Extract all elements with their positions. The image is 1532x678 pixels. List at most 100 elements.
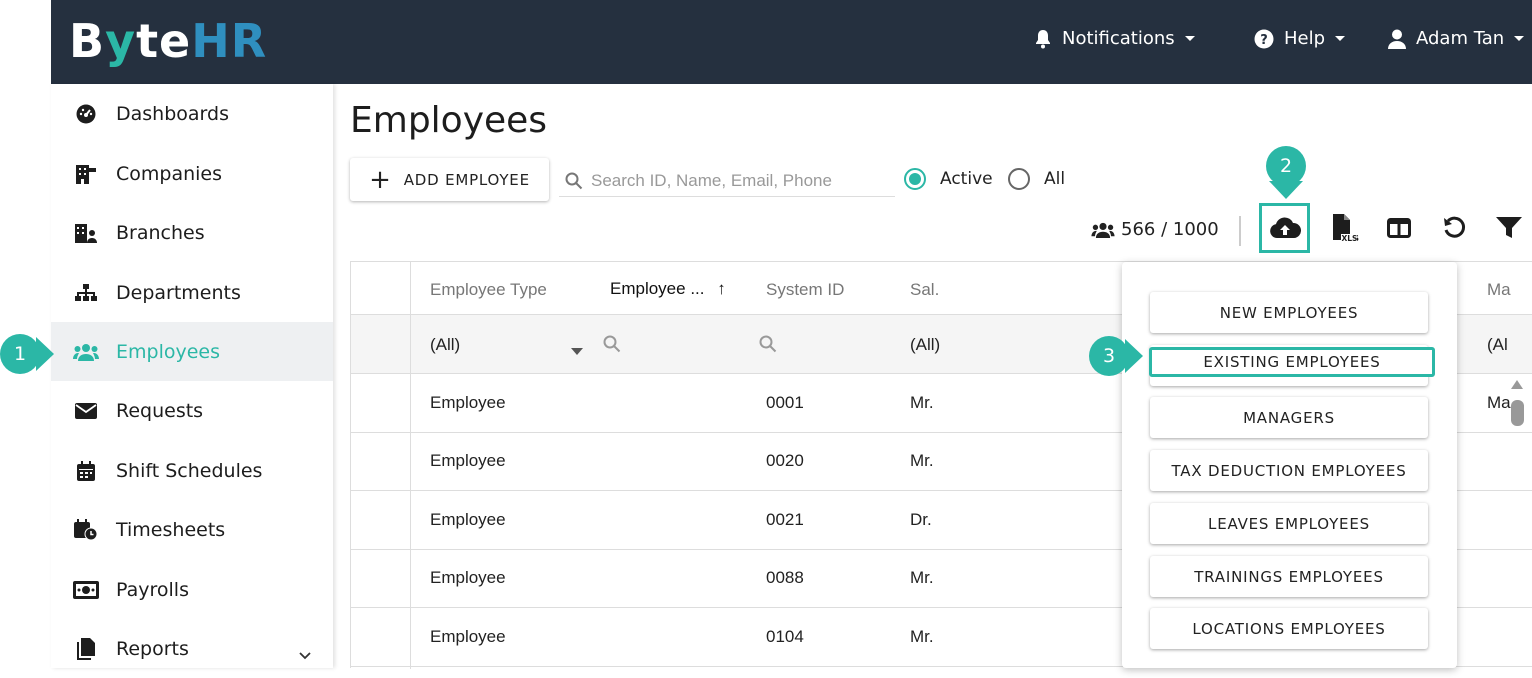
sidebar-item-timesheets[interactable]: Timesheets <box>51 500 333 559</box>
caret-down-icon <box>1184 36 1195 41</box>
sidebar-item-dashboards[interactable]: Dashboards <box>51 84 333 143</box>
column-header-system-id[interactable]: System ID <box>766 280 844 300</box>
help-label: Help <box>1284 28 1326 49</box>
chevron-down-icon <box>299 643 311 665</box>
manager-filter[interactable]: (Al <box>1487 335 1508 355</box>
page-title: Employees <box>350 100 548 141</box>
salutation-filter[interactable]: (All) <box>910 335 940 355</box>
money-icon <box>51 580 116 599</box>
employee-count-text: 566 / 1000 <box>1121 219 1219 240</box>
filter-all-label: All <box>1044 169 1066 189</box>
sitemap-icon <box>51 283 116 302</box>
sidebar-item-branches[interactable]: Branches <box>51 203 333 262</box>
import-trainings-employees-button[interactable]: TRAININGS EMPLOYEES <box>1150 556 1428 597</box>
user-name: Adam Tan <box>1416 28 1505 49</box>
search-input[interactable] <box>591 171 891 191</box>
search-icon[interactable] <box>603 335 621 357</box>
columns-icon <box>1387 218 1411 238</box>
user-menu[interactable]: Adam Tan <box>1388 28 1525 49</box>
import-new-employees-button[interactable]: NEW EMPLOYEES <box>1150 292 1428 333</box>
bell-icon <box>1034 29 1052 49</box>
dashboard-icon <box>51 104 116 124</box>
user-icon <box>1388 29 1406 49</box>
undo-icon <box>1442 216 1466 240</box>
sidebar-item-companies[interactable]: Companies <box>51 144 333 203</box>
employee-count: 566 / 1000 <box>1091 219 1219 240</box>
sort-ascending-icon: ↑ <box>717 279 726 298</box>
import-leaves-employees-button[interactable]: LEAVES EMPLOYEES <box>1150 503 1428 544</box>
import-existing-employees-button[interactable]: EXISTING EMPLOYEES <box>1149 347 1435 377</box>
funnel-icon <box>1496 217 1522 239</box>
filter-all-radio[interactable]: All <box>1008 168 1065 190</box>
employee-type-filter[interactable]: (All) <box>430 335 460 355</box>
radio-selected-icon <box>904 168 926 190</box>
sidebar-item-label: Employees <box>116 340 220 363</box>
calendar-clock-icon <box>51 518 116 541</box>
import-locations-employees-button[interactable]: LOCATIONS EMPLOYEES <box>1150 608 1428 649</box>
sidebar-item-label: Payrolls <box>116 578 189 601</box>
search-icon <box>565 172 583 190</box>
help-menu[interactable]: ? Help <box>1254 28 1346 49</box>
users-icon <box>1091 222 1115 238</box>
filter-button[interactable] <box>1494 212 1524 244</box>
sidebar-item-reports[interactable]: Reports <box>51 619 333 678</box>
column-header-manager[interactable]: Ma <box>1487 280 1511 300</box>
filter-active-radio[interactable]: Active <box>904 168 993 190</box>
sidebar-item-label: Reports <box>116 637 189 660</box>
filter-active-label: Active <box>940 169 993 189</box>
column-header-salutation[interactable]: Sal. <box>910 280 939 300</box>
notifications-menu[interactable]: Notifications <box>1034 28 1195 49</box>
bytehr-logo[interactable]: By te HR <box>69 14 267 68</box>
plus-icon: + <box>369 164 392 195</box>
search-icon[interactable] <box>759 335 777 357</box>
reset-button[interactable] <box>1439 212 1469 244</box>
users-icon <box>51 343 116 361</box>
sidebar-item-label: Timesheets <box>116 518 226 541</box>
row-selector-column <box>351 262 411 669</box>
callout-badge-3: 3 <box>1089 336 1129 376</box>
branch-icon <box>51 223 116 243</box>
sidebar-item-payrolls[interactable]: Payrolls <box>51 560 333 619</box>
xls-file-icon: XLSXLS <box>1331 214 1359 242</box>
column-header-employee-name[interactable]: Employee ... ↑ <box>610 279 726 299</box>
sidebar-item-requests[interactable]: Requests <box>51 381 333 440</box>
sidebar-item-label: Companies <box>116 162 223 185</box>
sidebar-item-employees[interactable]: Employees <box>51 322 333 381</box>
radio-unselected-icon <box>1008 168 1030 190</box>
callout-badge-1: 1 <box>0 334 40 374</box>
callout-pointer <box>1269 181 1303 199</box>
envelope-icon <box>51 402 116 419</box>
search-box <box>559 166 895 197</box>
import-button[interactable] <box>1259 203 1310 253</box>
sidebar-item-label: Requests <box>116 399 204 422</box>
sidebar-item-label: Departments <box>116 281 241 304</box>
column-header-employee-type[interactable]: Employee Type <box>430 280 547 300</box>
sidebar-item-shift-schedules[interactable]: Shift Schedules <box>51 441 333 500</box>
cloud-upload-icon <box>1269 217 1301 239</box>
sidebar-item-label: Branches <box>116 221 205 244</box>
sidebar-item-departments[interactable]: Departments <box>51 263 333 322</box>
vertical-scrollbar[interactable] <box>1511 400 1524 426</box>
sidebar-item-label: Shift Schedules <box>116 459 263 482</box>
import-managers-button[interactable]: MANAGERS <box>1150 397 1428 438</box>
building-icon <box>51 164 116 184</box>
top-navbar: By te HR Notifications ? Help Adam Tan <box>51 0 1532 84</box>
add-employee-button[interactable]: + ADD EMPLOYEE <box>350 158 549 201</box>
question-circle-icon: ? <box>1254 29 1274 49</box>
import-tax-deduction-employees-button[interactable]: TAX DEDUCTION EMPLOYEES <box>1150 450 1428 491</box>
caret-down-icon[interactable] <box>571 340 583 359</box>
svg-text:XLS: XLS <box>1342 234 1358 242</box>
notifications-label: Notifications <box>1062 28 1175 49</box>
svg-text:?: ? <box>1260 33 1268 48</box>
callout-badge-2: 2 <box>1266 146 1306 186</box>
add-employee-label: ADD EMPLOYEE <box>403 170 530 189</box>
toolbar-divider <box>1239 216 1241 246</box>
callout-pointer <box>36 337 54 371</box>
column-chooser-button[interactable] <box>1384 212 1414 244</box>
file-icon <box>51 637 116 660</box>
sidebar: Dashboards Companies Branches Department… <box>51 84 333 668</box>
caret-down-icon <box>1514 36 1525 41</box>
export-xls-button[interactable]: XLSXLS <box>1330 212 1360 244</box>
caret-down-icon <box>1335 36 1346 41</box>
scroll-up-arrow-icon[interactable] <box>1511 380 1523 389</box>
